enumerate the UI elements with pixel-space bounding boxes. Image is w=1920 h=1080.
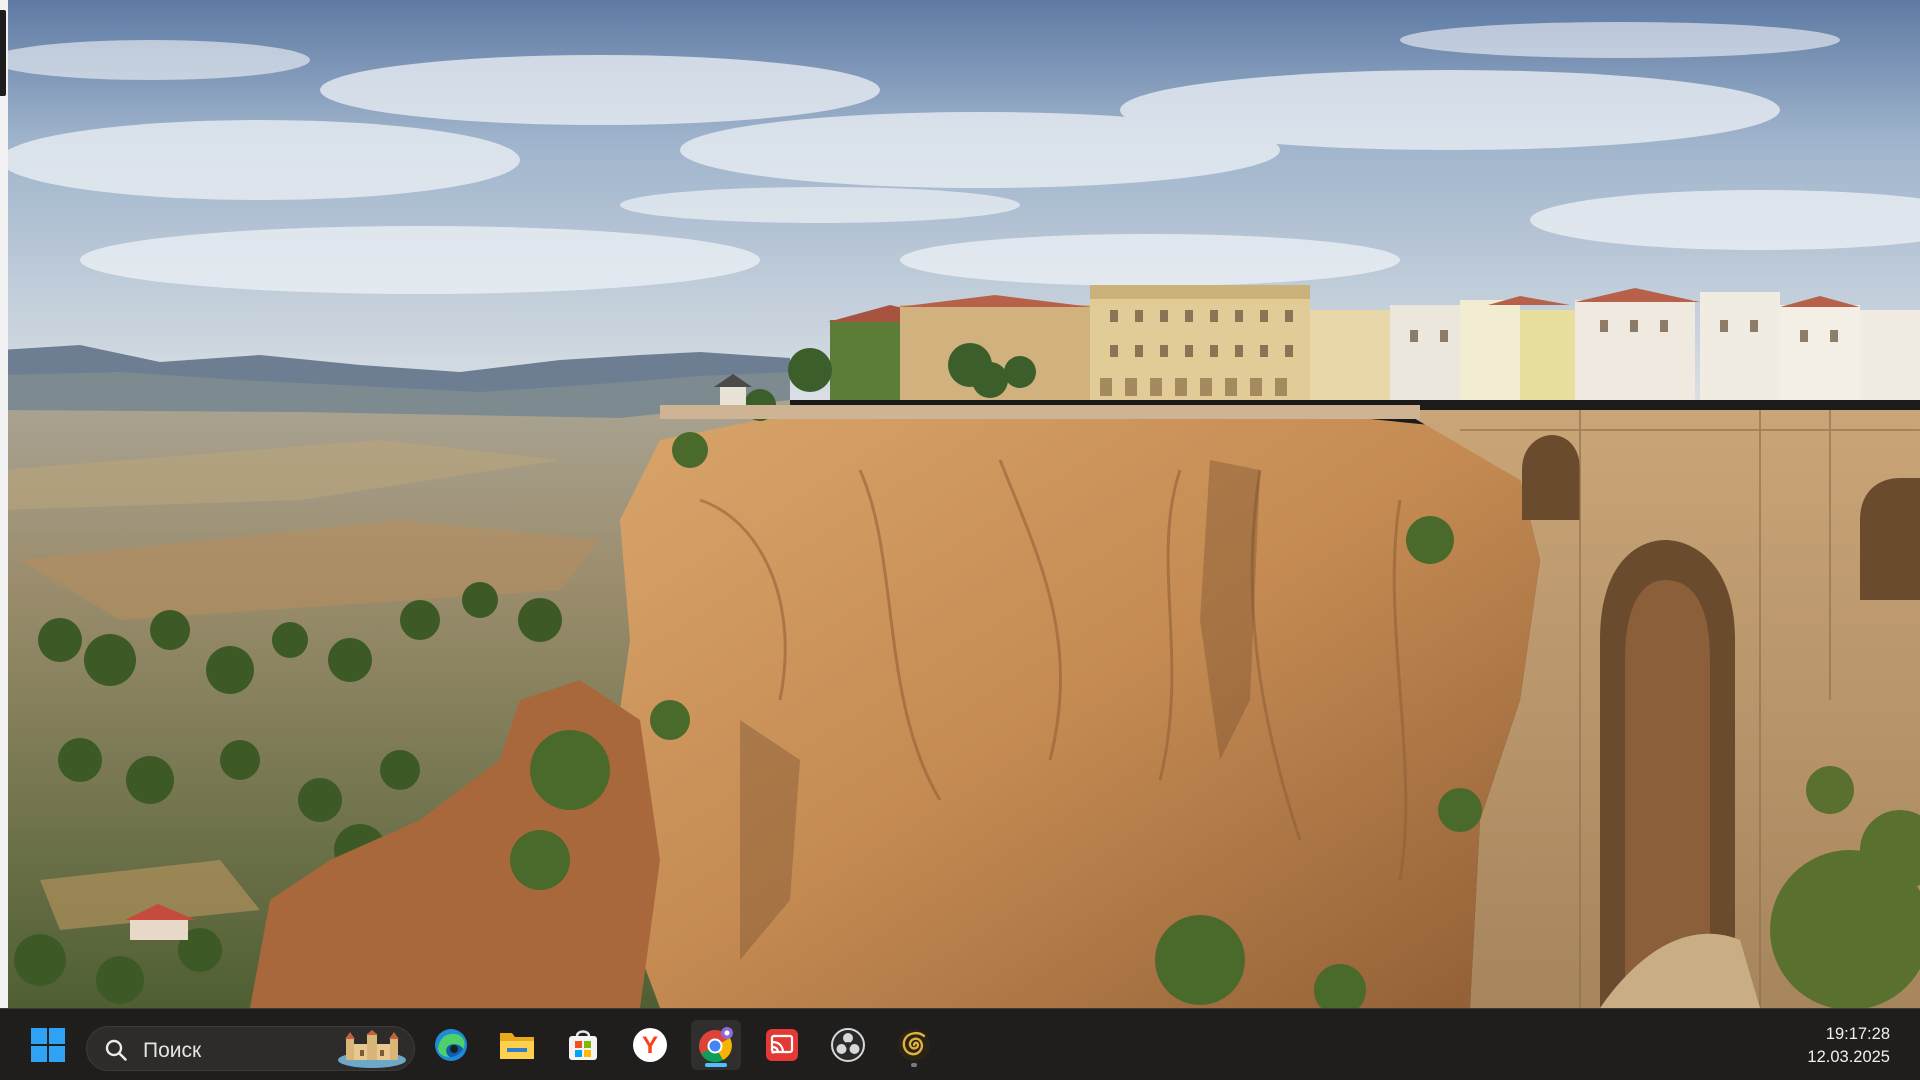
running-indicator [705,1063,727,1067]
taskbar-app-file-explorer[interactable] [492,1020,542,1070]
desktop-wallpaper [0,0,1920,1008]
search-box[interactable]: Поиск [86,1026,415,1071]
taskbar-app-obs[interactable] [823,1020,873,1070]
obs-icon [831,1028,865,1062]
store-icon [569,1030,597,1060]
running-indicator [911,1063,917,1067]
start-button[interactable] [23,1020,73,1070]
taskbar-app-edge[interactable] [426,1020,476,1070]
left-window-edge [0,0,8,1008]
search-icon [105,1039,127,1061]
windows-logo-icon [31,1028,65,1062]
clock-date: 12.03.2025 [1807,1048,1890,1066]
taskbar: Поиск Y 19:17:28 12.03.2025 [0,1008,1920,1080]
taskbar-app-store[interactable] [558,1020,608,1070]
search-label: Поиск [143,1039,202,1062]
system-clock[interactable]: 19:17:28 12.03.2025 [1807,1023,1890,1069]
taskbar-app-spiral[interactable] [889,1020,939,1070]
cast-icon [766,1029,798,1061]
castle-illustration-icon [338,1030,406,1068]
taskbar-app-chrome[interactable] [691,1020,741,1070]
taskbar-app-yandex[interactable]: Y [625,1020,675,1070]
taskbar-app-cast[interactable] [757,1020,807,1070]
clock-time: 19:17:28 [1825,1025,1890,1043]
edge-icon [435,1029,467,1061]
svg-text:Y: Y [642,1032,658,1059]
yandex-icon: Y [633,1028,667,1062]
spiral-icon [898,1029,930,1061]
chrome-icon [699,1027,733,1063]
folder-icon [500,1033,534,1059]
